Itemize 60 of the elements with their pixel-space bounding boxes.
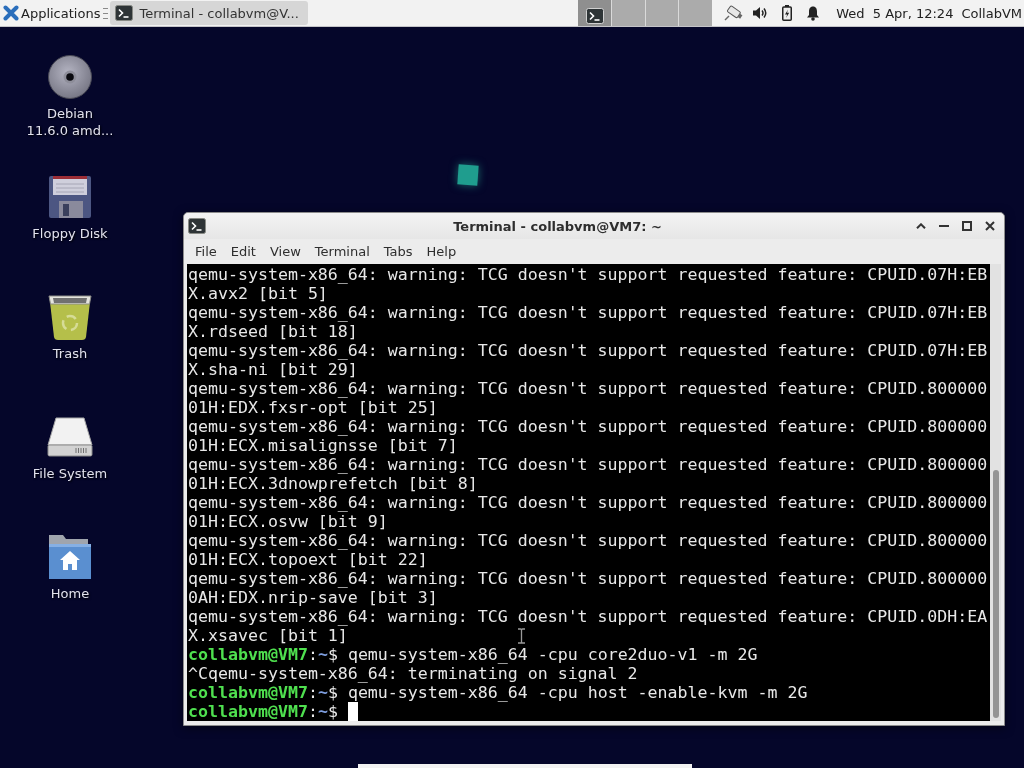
maximize-icon [961,221,972,231]
terminal-line: qemu-system-x86_64: warning: TCG doesn't support requested feature: CPUID.07H:EB [188,303,988,322]
desktop-icon-label[interactable]: Debian 11.6.0 amd... [25,105,115,139]
terminal-icon [115,5,134,21]
disc-icon[interactable] [48,55,92,99]
minimize-icon [938,225,949,227]
applications-menu-button[interactable]: Applications [0,1,103,25]
scrollbar[interactable] [990,264,1001,721]
terminal-line: qemu-system-x86_64: warning: TCG doesn't support requested feature: CPUID.800000 [188,569,988,588]
terminal-line: X.rdseed [bit 18] [188,322,358,341]
speaker-icon[interactable] [752,5,769,21]
terminal-line: 0AH:EDX.nrip-save [bit 3] [188,588,438,607]
text-pointer-icon [517,628,526,644]
menu-item[interactable]: File [188,240,224,262]
menu-item[interactable]: Terminal [307,240,377,262]
scrollbar-thumb[interactable] [993,470,999,718]
terminal-icon [188,218,206,234]
battery-icon[interactable] [782,5,793,21]
terminal-line: qemu-system-x86_64: warning: TCG doesn't support requested feature: CPUID.800000 [188,417,988,436]
terminal-line: 01H:ECX.topoext [bit 22] [188,550,428,569]
terminal-line: qemu-system-x86_64: warning: TCG doesn't support requested feature: CPUID.800000 [188,493,988,512]
chevron-up-icon [915,223,926,229]
x-logo-icon [3,5,19,21]
hard-drive-icon[interactable] [47,417,93,457]
terminal-prompt-line: collabvm@VM7:~$ qemu-system-x86_64 -cpu core2duo-v1 -m 2G [188,645,758,664]
terminal-line: ^Cqemu-system-x86_64: terminating on signal 2 [188,664,638,683]
terminal-prompt-line: collabvm@VM7:~$ qemu-system-x86_64 -cpu host -enable-kvm -m 2G [188,683,808,702]
grip-icon [103,7,109,19]
close-icon [984,221,995,231]
terminal-line: 01H:ECX.osvw [bit 9] [188,512,388,531]
window-title: Terminal - collabvm@VM7: ~ [452,218,663,234]
terminal-line: X.avx2 [bit 5] [188,284,328,303]
trash-icon[interactable] [47,294,93,340]
taskbar-button[interactable]: Terminal - collabvm@V... [110,1,309,25]
desktop-icon-label[interactable]: Home [50,585,90,602]
menu-item[interactable]: Edit [223,240,263,262]
terminal-line: qemu-system-x86_64: warning: TCG doesn't support requested feature: CPUID.800000 [188,455,988,474]
terminal-line: 01H:ECX.misalignsse [bit 7] [188,436,458,455]
terminal-line: X.xsavec [bit 1] [188,626,348,645]
user-name[interactable]: CollabVM [961,5,1022,21]
terminal-line: qemu-system-x86_64: warning: TCG doesn't support requested feature: CPUID.07H:EB [188,341,988,360]
desktop-icon-label[interactable]: File System [32,465,108,482]
menu-item[interactable]: Help [419,240,464,262]
desktop-icon-label[interactable]: Floppy Disk [32,225,108,242]
terminal-line: qemu-system-x86_64: warning: TCG doesn't support requested feature: CPUID.0DH:EA [188,607,988,626]
terminal-line: 01H:ECX.3dnowprefetch [bit 8] [188,474,478,493]
terminal-line: 01H:EDX.fxsr-opt [bit 25] [188,398,438,417]
terminal-line: qemu-system-x86_64: warning: TCG doesn't support requested feature: CPUID.800000 [188,531,988,550]
bell-icon[interactable] [806,5,821,21]
menu-item[interactable]: Tabs [376,240,420,262]
terminal-line: qemu-system-x86_64: warning: TCG doesn't support requested feature: CPUID.800000 [188,379,988,398]
home-folder-icon[interactable] [48,534,92,580]
menu-item[interactable]: View [262,240,308,262]
terminal-prompt-line: collabvm@VM7:~$ [188,702,339,721]
terminal-line: X.sha-ni [bit 29] [188,360,358,379]
clock[interactable]: Wed 5 Apr, 12:24 [836,5,954,21]
desktop-icon-label[interactable]: Trash [52,345,88,362]
terminal-line: qemu-system-x86_64: warning: TCG doesn't support requested feature: CPUID.07H:EB [188,265,988,284]
workspace-button[interactable] [578,0,611,26]
small-square-icon [457,164,479,186]
